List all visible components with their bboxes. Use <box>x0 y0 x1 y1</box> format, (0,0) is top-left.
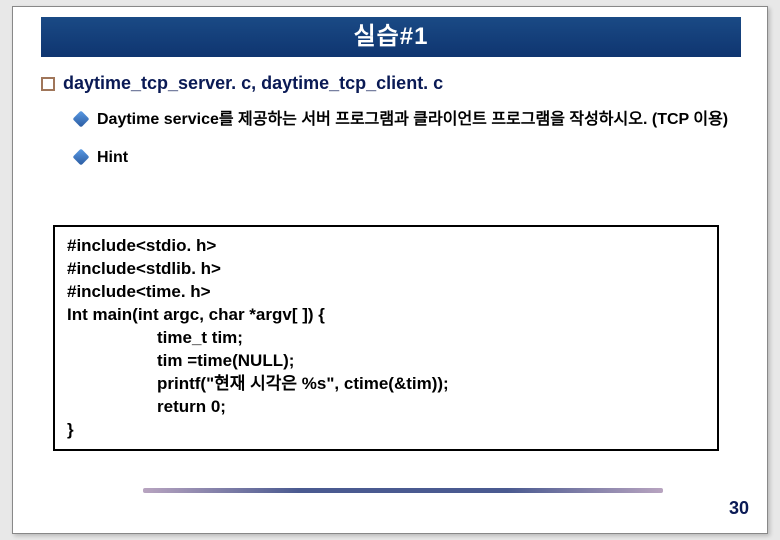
code-block: #include<stdio. h> #include<stdlib. h> #… <box>53 225 719 451</box>
slide: 실습#1 daytime_tcp_server. c, daytime_tcp_… <box>12 6 768 534</box>
code-line: Int main(int argc, char *argv[ ]) { <box>67 304 705 327</box>
bullet-level2: Hint <box>75 146 741 170</box>
code-line: #include<time. h> <box>67 281 705 304</box>
diamond-bullet-icon <box>73 111 90 128</box>
title-bar: 실습#1 <box>41 17 741 57</box>
code-line: time_t tim; <box>67 327 705 350</box>
slide-title: 실습#1 <box>354 23 429 50</box>
code-line: #include<stdlib. h> <box>67 258 705 281</box>
bullet1-text: daytime_tcp_server. c, daytime_tcp_clien… <box>63 73 443 94</box>
code-line: tim =time(NULL); <box>67 350 705 373</box>
code-line: #include<stdio. h> <box>67 235 705 258</box>
code-line: return 0; <box>67 396 705 419</box>
bullet-level2: Daytime service를 제공하는 서버 프로그램과 클라이언트 프로그… <box>75 108 741 132</box>
footer-divider <box>143 488 663 493</box>
page-number: 30 <box>729 498 749 519</box>
square-bullet-icon <box>41 77 55 91</box>
code-line: } <box>67 419 705 442</box>
sub1-text: Daytime service를 제공하는 서버 프로그램과 클라이언트 프로그… <box>97 108 728 132</box>
diamond-bullet-icon <box>73 149 90 166</box>
content-area: daytime_tcp_server. c, daytime_tcp_clien… <box>41 73 741 180</box>
code-line: printf("현재 시각은 %s", ctime(&tim)); <box>67 373 705 396</box>
bullet-level1: daytime_tcp_server. c, daytime_tcp_clien… <box>41 73 741 94</box>
sub2-text: Hint <box>97 146 128 170</box>
